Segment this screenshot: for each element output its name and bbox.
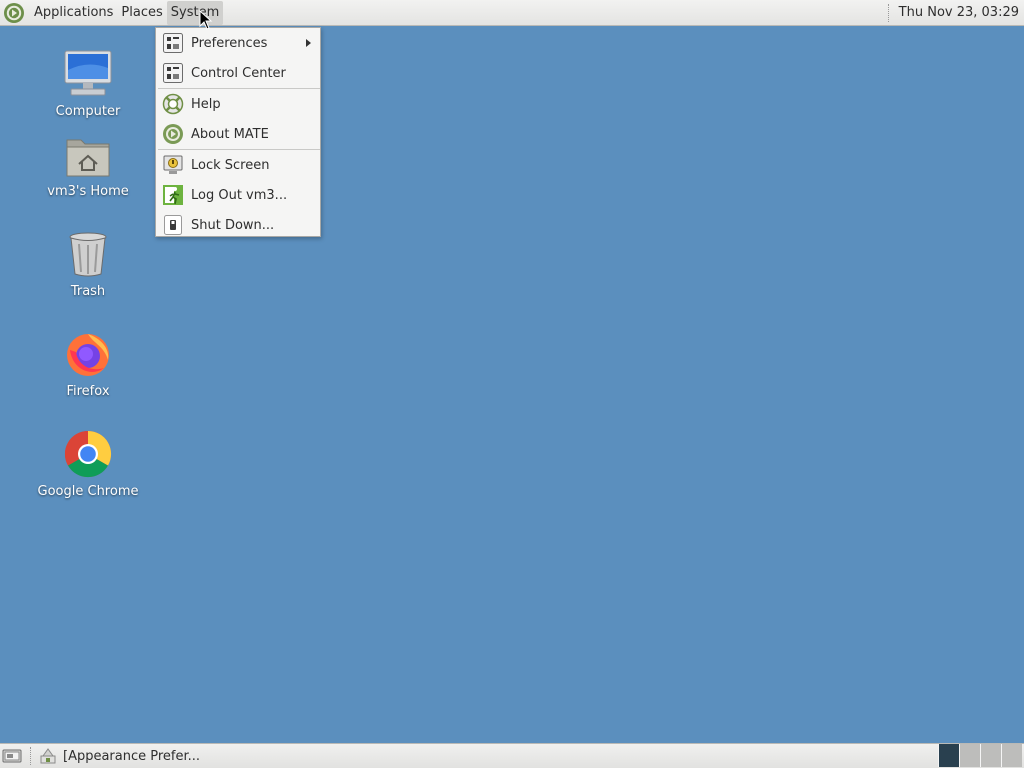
desktop-icon-trash[interactable]: Trash — [33, 228, 143, 299]
system-dropdown-menu: Preferences Control Center Help About MA… — [155, 27, 321, 237]
preferences-icon — [162, 32, 184, 54]
menu-item-control-center[interactable]: Control Center — [156, 58, 320, 88]
menu-item-label: Preferences — [191, 35, 268, 51]
taskbar-window-label: [Appearance Prefer... — [63, 748, 201, 764]
places-menu[interactable]: Places — [117, 1, 166, 25]
workspace-switcher — [938, 744, 1022, 768]
mate-logo-icon[interactable] — [3, 2, 25, 24]
menu-item-label: Lock Screen — [191, 157, 270, 173]
menu-item-preferences[interactable]: Preferences — [156, 28, 320, 58]
mate-icon — [162, 123, 184, 145]
panel-separator — [30, 747, 33, 765]
desktop-icon-label: Computer — [55, 104, 121, 119]
desktop-icon-firefox[interactable]: Firefox — [33, 328, 143, 399]
appearance-preferences-icon — [39, 747, 57, 765]
system-menu[interactable]: System — [166, 0, 224, 25]
clock[interactable]: Thu Nov 23, 03:29 — [899, 5, 1019, 20]
menu-item-about-mate[interactable]: About MATE — [156, 119, 320, 149]
chrome-icon — [64, 430, 112, 478]
top-panel: Applications Places System Thu Nov 23, 0… — [0, 0, 1024, 26]
menu-item-label: Control Center — [191, 65, 286, 81]
menu-item-label: Log Out vm3... — [191, 187, 288, 203]
workspace-1[interactable] — [938, 744, 959, 767]
menu-item-label: Help — [191, 96, 221, 112]
workspace-3[interactable] — [980, 744, 1001, 767]
computer-icon — [64, 50, 112, 96]
bottom-panel: [Appearance Prefer... — [0, 743, 1024, 768]
desktop-icon-chrome[interactable]: Google Chrome — [33, 428, 143, 499]
lock-screen-icon — [162, 154, 184, 176]
menu-item-log-out[interactable]: Log Out vm3... — [156, 180, 320, 210]
workspace-2[interactable] — [959, 744, 980, 767]
desktop-icon-home[interactable]: vm3's Home — [33, 128, 143, 199]
desktop-icon-computer[interactable]: Computer — [33, 48, 143, 119]
menu-item-shut-down[interactable]: Shut Down... — [156, 210, 320, 240]
shut-down-icon — [162, 214, 184, 236]
desktop-icon-label: vm3's Home — [47, 184, 129, 199]
desktop-icon-label: Trash — [70, 284, 106, 299]
applications-menu[interactable]: Applications — [30, 1, 117, 25]
control-center-icon — [162, 62, 184, 84]
menu-item-lock-screen[interactable]: Lock Screen — [156, 150, 320, 180]
show-desktop-icon[interactable] — [2, 748, 22, 764]
menu-item-label: About MATE — [191, 126, 269, 142]
trash-icon — [69, 232, 107, 277]
home-folder-icon — [66, 139, 110, 177]
mouse-cursor-icon — [199, 10, 213, 30]
panel-separator — [887, 3, 891, 22]
desktop-icon-label: Firefox — [66, 384, 110, 399]
help-icon — [162, 93, 184, 115]
desktop-icon-label: Google Chrome — [37, 484, 139, 499]
workspace-4[interactable] — [1001, 744, 1022, 767]
menu-item-help[interactable]: Help — [156, 89, 320, 119]
firefox-icon — [67, 334, 109, 376]
submenu-arrow-icon — [306, 39, 311, 47]
menu-item-label: Shut Down... — [191, 217, 275, 233]
taskbar-window-button[interactable]: [Appearance Prefer... — [39, 745, 206, 767]
log-out-icon — [162, 184, 184, 206]
